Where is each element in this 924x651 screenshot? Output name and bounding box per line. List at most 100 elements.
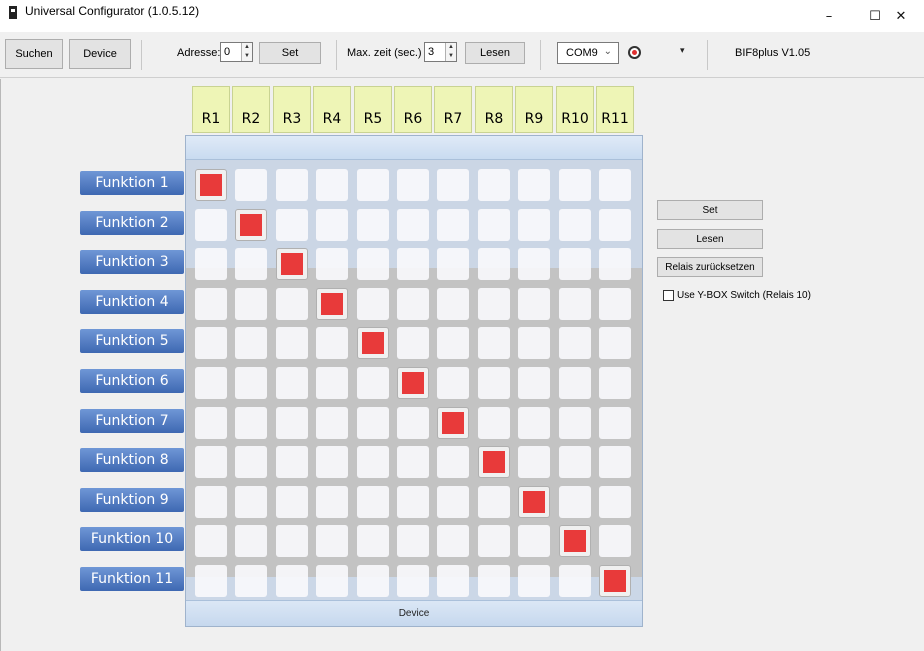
matrix-cell-f10-r10[interactable] [559,525,591,557]
max-time-spinner[interactable]: 3 ▲ ▼ [424,42,457,62]
search-button[interactable]: Suchen [5,39,63,69]
matrix-cell-f5-r4[interactable] [316,327,348,359]
matrix-cell-f1-r2[interactable] [235,169,267,201]
matrix-cell-f1-r1[interactable] [195,169,227,201]
ybox-switch-checkbox[interactable] [663,290,674,301]
function-label-3[interactable]: Funktion 3 [80,250,184,274]
radio-status-icon[interactable] [628,46,641,59]
matrix-cell-f10-r1[interactable] [195,525,227,557]
matrix-cell-f5-r5[interactable] [357,327,389,359]
matrix-cell-f2-r10[interactable] [559,209,591,241]
matrix-cell-f3-r7[interactable] [437,248,469,280]
matrix-set-button[interactable]: Set [657,200,763,220]
matrix-cell-f3-r4[interactable] [316,248,348,280]
function-label-1[interactable]: Funktion 1 [80,171,184,195]
matrix-cell-f1-r5[interactable] [357,169,389,201]
matrix-cell-f2-r3[interactable] [276,209,308,241]
matrix-cell-f8-r4[interactable] [316,446,348,478]
matrix-cell-f3-r6[interactable] [397,248,429,280]
matrix-cell-f4-r3[interactable] [276,288,308,320]
matrix-cell-f5-r8[interactable] [478,327,510,359]
matrix-cell-f3-r3[interactable] [276,248,308,280]
matrix-cell-f11-r4[interactable] [316,565,348,597]
matrix-cell-f1-r8[interactable] [478,169,510,201]
matrix-cell-f10-r4[interactable] [316,525,348,557]
matrix-cell-f5-r6[interactable] [397,327,429,359]
device-button[interactable]: Device [69,39,131,69]
matrix-cell-f6-r7[interactable] [437,367,469,399]
matrix-cell-f4-r10[interactable] [559,288,591,320]
matrix-cell-f4-r1[interactable] [195,288,227,320]
matrix-cell-f2-r8[interactable] [478,209,510,241]
matrix-cell-f8-r10[interactable] [559,446,591,478]
matrix-cell-f2-r6[interactable] [397,209,429,241]
matrix-cell-f10-r5[interactable] [357,525,389,557]
matrix-cell-f6-r5[interactable] [357,367,389,399]
reset-relays-button[interactable]: Relais zurücksetzen [657,257,763,277]
matrix-cell-f10-r7[interactable] [437,525,469,557]
function-label-6[interactable]: Funktion 6 [80,369,184,393]
function-label-9[interactable]: Funktion 9 [80,488,184,512]
matrix-cell-f9-r9[interactable] [518,486,550,518]
matrix-cell-f11-r10[interactable] [559,565,591,597]
matrix-cell-f8-r6[interactable] [397,446,429,478]
matrix-cell-f10-r11[interactable] [599,525,631,557]
matrix-cell-f6-r6[interactable] [397,367,429,399]
matrix-cell-f8-r9[interactable] [518,446,550,478]
matrix-cell-f11-r9[interactable] [518,565,550,597]
matrix-cell-f7-r6[interactable] [397,407,429,439]
dropdown-arrow-icon[interactable]: ▾ [680,46,685,56]
matrix-cell-f7-r7[interactable] [437,407,469,439]
matrix-cell-f2-r11[interactable] [599,209,631,241]
matrix-cell-f1-r3[interactable] [276,169,308,201]
matrix-cell-f6-r4[interactable] [316,367,348,399]
matrix-cell-f3-r8[interactable] [478,248,510,280]
function-label-4[interactable]: Funktion 4 [80,290,184,314]
spin-arrows-icon[interactable]: ▲ ▼ [241,43,252,61]
matrix-cell-f8-r8[interactable] [478,446,510,478]
matrix-cell-f8-r11[interactable] [599,446,631,478]
matrix-cell-f11-r7[interactable] [437,565,469,597]
matrix-cell-f9-r8[interactable] [478,486,510,518]
matrix-cell-f8-r1[interactable] [195,446,227,478]
matrix-cell-f7-r1[interactable] [195,407,227,439]
matrix-cell-f4-r5[interactable] [357,288,389,320]
matrix-cell-f8-r7[interactable] [437,446,469,478]
matrix-cell-f4-r7[interactable] [437,288,469,320]
matrix-cell-f5-r10[interactable] [559,327,591,359]
matrix-cell-f1-r11[interactable] [599,169,631,201]
function-label-10[interactable]: Funktion 10 [80,527,184,551]
matrix-cell-f3-r2[interactable] [235,248,267,280]
matrix-cell-f4-r4[interactable] [316,288,348,320]
matrix-cell-f2-r1[interactable] [195,209,227,241]
function-label-5[interactable]: Funktion 5 [80,329,184,353]
matrix-cell-f2-r2[interactable] [235,209,267,241]
address-spinner[interactable]: 0 ▲ ▼ [220,42,253,62]
matrix-cell-f9-r6[interactable] [397,486,429,518]
matrix-cell-f3-r9[interactable] [518,248,550,280]
function-label-11[interactable]: Funktion 11 [80,567,184,591]
matrix-cell-f7-r11[interactable] [599,407,631,439]
matrix-cell-f11-r8[interactable] [478,565,510,597]
matrix-cell-f7-r2[interactable] [235,407,267,439]
matrix-cell-f9-r10[interactable] [559,486,591,518]
spin-arrows-icon[interactable]: ▲ ▼ [445,43,456,61]
matrix-cell-f1-r6[interactable] [397,169,429,201]
matrix-cell-f8-r2[interactable] [235,446,267,478]
matrix-cell-f8-r5[interactable] [357,446,389,478]
function-label-7[interactable]: Funktion 7 [80,409,184,433]
matrix-cell-f4-r6[interactable] [397,288,429,320]
matrix-cell-f7-r10[interactable] [559,407,591,439]
matrix-cell-f6-r10[interactable] [559,367,591,399]
matrix-cell-f2-r4[interactable] [316,209,348,241]
matrix-cell-f9-r7[interactable] [437,486,469,518]
matrix-cell-f1-r9[interactable] [518,169,550,201]
matrix-cell-f5-r1[interactable] [195,327,227,359]
matrix-cell-f3-r10[interactable] [559,248,591,280]
matrix-cell-f11-r6[interactable] [397,565,429,597]
matrix-cell-f10-r3[interactable] [276,525,308,557]
matrix-cell-f5-r7[interactable] [437,327,469,359]
matrix-cell-f11-r11[interactable] [599,565,631,597]
matrix-cell-f7-r4[interactable] [316,407,348,439]
matrix-cell-f4-r9[interactable] [518,288,550,320]
